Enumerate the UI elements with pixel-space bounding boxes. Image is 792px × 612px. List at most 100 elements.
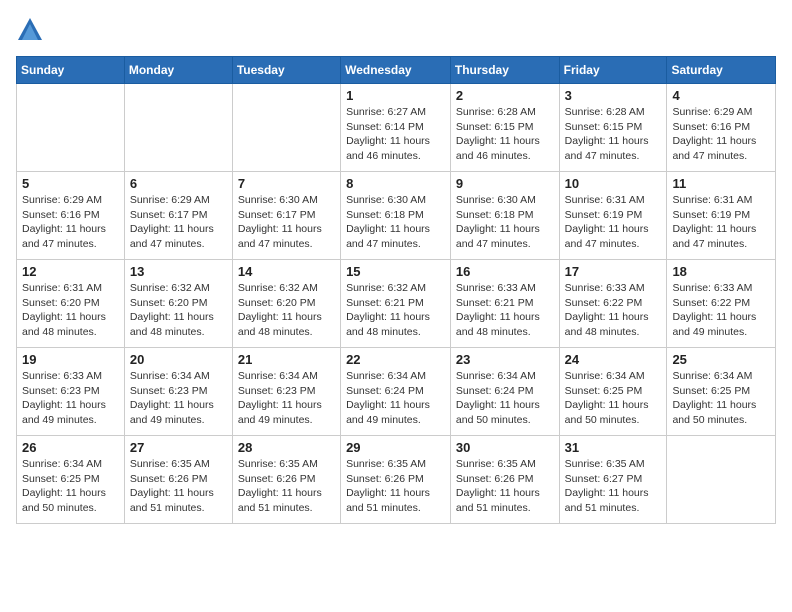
logo-icon	[16, 16, 44, 44]
calendar-cell: 8Sunrise: 6:30 AM Sunset: 6:18 PM Daylig…	[341, 172, 451, 260]
calendar-cell: 20 Sunrise: 6:34 AM Sunset: 6:23 PM Dayli…	[124, 348, 232, 436]
day-info: Sunrise: 6:30 AM Sunset: 6:18 PM Dayligh…	[346, 193, 445, 252]
weekday-header: Tuesday	[232, 57, 340, 84]
day-number: 1	[346, 88, 445, 103]
day-number: 25	[672, 352, 770, 367]
day-info: Sunrise: 6:35 AM Sunset: 6:26 PM Dayligh…	[346, 457, 445, 516]
calendar-cell: 4Sunrise: 6:29 AM Sunset: 6:16 PM Daylig…	[667, 84, 776, 172]
day-number: 23	[456, 352, 554, 367]
day-info: Sunrise: 6:29 AM Sunset: 6:16 PM Dayligh…	[22, 193, 119, 252]
day-info: Sunrise: 6:33 AM Sunset: 6:22 PM Dayligh…	[672, 281, 770, 340]
day-info: Sunrise: 6:28 AM Sunset: 6:15 PM Dayligh…	[565, 105, 662, 164]
weekday-header: Friday	[559, 57, 667, 84]
day-number: 7	[238, 176, 335, 191]
weekday-header-row: SundayMondayTuesdayWednesdayThursdayFrid…	[17, 57, 776, 84]
day-info: Sunrise: 6:31 AM Sunset: 6:20 PM Dayligh…	[22, 281, 119, 340]
day-number: 2	[456, 88, 554, 103]
day-info: Sunrise: 6:27 AM Sunset: 6:14 PM Dayligh…	[346, 105, 445, 164]
day-number: 17	[565, 264, 662, 279]
weekday-header: Wednesday	[341, 57, 451, 84]
calendar-cell: 16 Sunrise: 6:33 AM Sunset: 6:21 PM Dayli…	[450, 260, 559, 348]
day-info: Sunrise: 6:30 AM Sunset: 6:18 PM Dayligh…	[456, 193, 554, 252]
calendar-cell: 25 Sunrise: 6:34 AM Sunset: 6:25 PM Dayli…	[667, 348, 776, 436]
day-info: Sunrise: 6:28 AM Sunset: 6:15 PM Dayligh…	[456, 105, 554, 164]
day-number: 10	[565, 176, 662, 191]
day-number: 26	[22, 440, 119, 455]
calendar-cell: 23 Sunrise: 6:34 AM Sunset: 6:24 PM Dayli…	[450, 348, 559, 436]
calendar-week-row: 26 Sunrise: 6:34 AM Sunset: 6:25 PM Dayli…	[17, 436, 776, 524]
calendar-cell	[17, 84, 125, 172]
calendar-cell: 24Sunrise: 6:34 AM Sunset: 6:25 PM Dayli…	[559, 348, 667, 436]
day-info: Sunrise: 6:34 AM Sunset: 6:25 PM Dayligh…	[672, 369, 770, 428]
calendar-cell: 28 Sunrise: 6:35 AM Sunset: 6:26 PM Dayli…	[232, 436, 340, 524]
calendar-cell: 13 Sunrise: 6:32 AM Sunset: 6:20 PM Dayli…	[124, 260, 232, 348]
day-info: Sunrise: 6:32 AM Sunset: 6:20 PM Dayligh…	[238, 281, 335, 340]
calendar-cell	[667, 436, 776, 524]
calendar-cell: 12Sunrise: 6:31 AM Sunset: 6:20 PM Dayli…	[17, 260, 125, 348]
calendar-cell: 26 Sunrise: 6:34 AM Sunset: 6:25 PM Dayli…	[17, 436, 125, 524]
weekday-header: Sunday	[17, 57, 125, 84]
day-number: 28	[238, 440, 335, 455]
calendar-cell: 10 Sunrise: 6:31 AM Sunset: 6:19 PM Dayli…	[559, 172, 667, 260]
day-number: 11	[672, 176, 770, 191]
calendar-cell: 22 Sunrise: 6:34 AM Sunset: 6:24 PM Dayli…	[341, 348, 451, 436]
calendar-table: SundayMondayTuesdayWednesdayThursdayFrid…	[16, 56, 776, 524]
day-info: Sunrise: 6:34 AM Sunset: 6:23 PM Dayligh…	[130, 369, 227, 428]
calendar-cell: 29 Sunrise: 6:35 AM Sunset: 6:26 PM Dayli…	[341, 436, 451, 524]
day-info: Sunrise: 6:31 AM Sunset: 6:19 PM Dayligh…	[565, 193, 662, 252]
day-info: Sunrise: 6:30 AM Sunset: 6:17 PM Dayligh…	[238, 193, 335, 252]
calendar-cell: 5 Sunrise: 6:29 AM Sunset: 6:16 PM Daylig…	[17, 172, 125, 260]
day-number: 13	[130, 264, 227, 279]
day-number: 29	[346, 440, 445, 455]
day-info: Sunrise: 6:31 AM Sunset: 6:19 PM Dayligh…	[672, 193, 770, 252]
page-header	[16, 16, 776, 44]
day-info: Sunrise: 6:29 AM Sunset: 6:16 PM Dayligh…	[672, 105, 770, 164]
calendar-cell: 2 Sunrise: 6:28 AM Sunset: 6:15 PM Daylig…	[450, 84, 559, 172]
calendar-cell: 15 Sunrise: 6:32 AM Sunset: 6:21 PM Dayli…	[341, 260, 451, 348]
logo	[16, 16, 48, 44]
weekday-header: Thursday	[450, 57, 559, 84]
day-info: Sunrise: 6:29 AM Sunset: 6:17 PM Dayligh…	[130, 193, 227, 252]
day-info: Sunrise: 6:34 AM Sunset: 6:24 PM Dayligh…	[346, 369, 445, 428]
day-number: 22	[346, 352, 445, 367]
day-number: 3	[565, 88, 662, 103]
day-number: 24	[565, 352, 662, 367]
day-number: 20	[130, 352, 227, 367]
day-number: 16	[456, 264, 554, 279]
calendar-cell: 27Sunrise: 6:35 AM Sunset: 6:26 PM Dayli…	[124, 436, 232, 524]
calendar-cell: 14 Sunrise: 6:32 AM Sunset: 6:20 PM Dayli…	[232, 260, 340, 348]
day-number: 27	[130, 440, 227, 455]
calendar-cell	[124, 84, 232, 172]
day-info: Sunrise: 6:35 AM Sunset: 6:26 PM Dayligh…	[456, 457, 554, 516]
day-number: 18	[672, 264, 770, 279]
calendar-cell: 6 Sunrise: 6:29 AM Sunset: 6:17 PM Daylig…	[124, 172, 232, 260]
day-number: 9	[456, 176, 554, 191]
calendar-cell: 11 Sunrise: 6:31 AM Sunset: 6:19 PM Dayli…	[667, 172, 776, 260]
calendar-cell: 30Sunrise: 6:35 AM Sunset: 6:26 PM Dayli…	[450, 436, 559, 524]
calendar-cell: 31 Sunrise: 6:35 AM Sunset: 6:27 PM Dayli…	[559, 436, 667, 524]
calendar-cell: 18 Sunrise: 6:33 AM Sunset: 6:22 PM Dayli…	[667, 260, 776, 348]
day-info: Sunrise: 6:33 AM Sunset: 6:23 PM Dayligh…	[22, 369, 119, 428]
day-number: 15	[346, 264, 445, 279]
day-number: 6	[130, 176, 227, 191]
day-info: Sunrise: 6:34 AM Sunset: 6:24 PM Dayligh…	[456, 369, 554, 428]
day-info: Sunrise: 6:34 AM Sunset: 6:25 PM Dayligh…	[22, 457, 119, 516]
day-info: Sunrise: 6:32 AM Sunset: 6:20 PM Dayligh…	[130, 281, 227, 340]
calendar-cell: 7 Sunrise: 6:30 AM Sunset: 6:17 PM Daylig…	[232, 172, 340, 260]
calendar-cell: 19 Sunrise: 6:33 AM Sunset: 6:23 PM Dayli…	[17, 348, 125, 436]
day-info: Sunrise: 6:32 AM Sunset: 6:21 PM Dayligh…	[346, 281, 445, 340]
calendar-cell: 21Sunrise: 6:34 AM Sunset: 6:23 PM Dayli…	[232, 348, 340, 436]
day-number: 19	[22, 352, 119, 367]
weekday-header: Monday	[124, 57, 232, 84]
day-number: 14	[238, 264, 335, 279]
day-info: Sunrise: 6:35 AM Sunset: 6:26 PM Dayligh…	[238, 457, 335, 516]
day-info: Sunrise: 6:33 AM Sunset: 6:22 PM Dayligh…	[565, 281, 662, 340]
calendar-week-row: 12Sunrise: 6:31 AM Sunset: 6:20 PM Dayli…	[17, 260, 776, 348]
day-number: 5	[22, 176, 119, 191]
day-info: Sunrise: 6:35 AM Sunset: 6:27 PM Dayligh…	[565, 457, 662, 516]
day-info: Sunrise: 6:33 AM Sunset: 6:21 PM Dayligh…	[456, 281, 554, 340]
calendar-cell: 9 Sunrise: 6:30 AM Sunset: 6:18 PM Daylig…	[450, 172, 559, 260]
day-number: 31	[565, 440, 662, 455]
calendar-cell: 1 Sunrise: 6:27 AM Sunset: 6:14 PM Daylig…	[341, 84, 451, 172]
calendar-cell	[232, 84, 340, 172]
